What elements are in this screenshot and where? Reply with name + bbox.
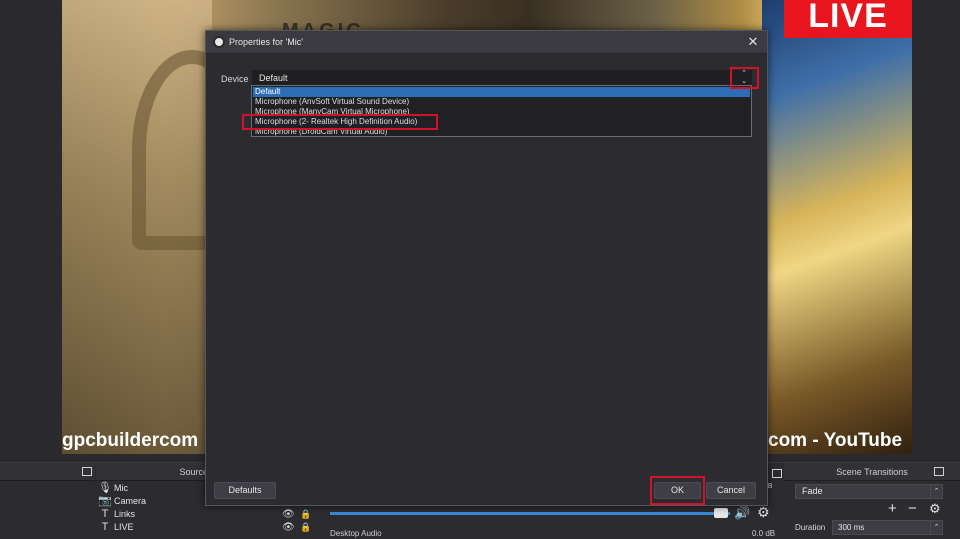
duration-value: 300 ms	[838, 523, 865, 532]
scene-transitions-label: Scene Transitions	[836, 467, 908, 477]
highlight-box-realtek	[242, 114, 438, 130]
mixer-db-value: 0.0 dB	[752, 529, 776, 538]
mic-icon: 🎙	[98, 482, 112, 494]
duration-input[interactable]: 300 ms ⌃	[832, 520, 943, 535]
source-row-links[interactable]: T Links 👁 🔒	[96, 508, 316, 521]
minus-icon[interactable]: −	[908, 500, 917, 517]
gear-icon[interactable]: ⚙	[929, 501, 941, 517]
close-icon[interactable]: ✕	[745, 34, 761, 50]
dropdown-option-default[interactable]: Default	[253, 87, 750, 97]
chevron-updown-icon: ⌃	[930, 485, 942, 498]
dock-float-icon[interactable]	[82, 467, 92, 476]
source-label: Camera	[114, 496, 147, 506]
dock-float-icon[interactable]	[934, 467, 944, 476]
obs-logo-icon	[213, 36, 225, 48]
device-label: Device	[221, 74, 249, 84]
volume-slider-track[interactable]	[330, 512, 730, 515]
source-label: Links	[114, 509, 136, 519]
dropdown-option-anvsoft[interactable]: Microphone (AnvSoft Virtual Sound Device…	[253, 97, 750, 107]
dock-float-icon[interactable]	[772, 469, 782, 478]
mixer-channel-label: Desktop Audio	[330, 529, 382, 538]
game-art-right	[762, 0, 912, 454]
eye-icon[interactable]: 👁	[282, 521, 295, 534]
speaker-icon[interactable]: 🔊	[734, 505, 750, 521]
highlight-box-spinner	[730, 67, 759, 89]
dialog-titlebar[interactable]: Properties for 'Mic' ✕	[206, 31, 767, 54]
volume-slider-handle[interactable]	[714, 508, 728, 518]
camera-icon: 📷	[98, 495, 112, 507]
properties-dialog: Properties for 'Mic' ✕ Device Default ⌃ ⌄…	[205, 30, 768, 506]
chevron-updown-icon[interactable]: ⌃	[930, 521, 942, 534]
transition-value: Fade	[802, 486, 823, 496]
source-row-live[interactable]: T LIVE 👁 🔒	[96, 521, 316, 534]
transition-select[interactable]: Fade ⌃	[795, 484, 943, 499]
overlay-text-left: gpcbuildercom	[62, 430, 199, 451]
ok-button[interactable]: OK	[654, 482, 701, 499]
text-icon: T	[101, 508, 109, 520]
plus-icon[interactable]: +	[888, 500, 897, 517]
obs-window: MAGIC LIVE gpcbuildercom com - YouTube S…	[0, 0, 960, 539]
device-select-value: Default	[259, 73, 288, 83]
duration-label: Duration	[795, 523, 826, 532]
live-badge: LIVE	[784, 0, 912, 38]
scenes-header	[0, 463, 95, 481]
lock-icon[interactable]: 🔒	[300, 508, 311, 521]
overlay-text-right: com - YouTube	[768, 430, 903, 451]
source-label: Mic	[114, 483, 128, 493]
source-label: LIVE	[114, 522, 134, 532]
eye-icon[interactable]: 👁	[282, 508, 295, 521]
gear-icon[interactable]: ⚙	[757, 504, 770, 521]
text-icon: T	[101, 521, 109, 533]
cancel-button[interactable]: Cancel	[706, 482, 756, 499]
defaults-button[interactable]: Defaults	[214, 482, 276, 499]
device-select[interactable]: Default	[252, 70, 752, 86]
dialog-title: Properties for 'Mic'	[229, 37, 303, 47]
lock-icon[interactable]: 🔒	[300, 521, 311, 534]
scene-transitions-header: Scene Transitions	[784, 463, 960, 481]
